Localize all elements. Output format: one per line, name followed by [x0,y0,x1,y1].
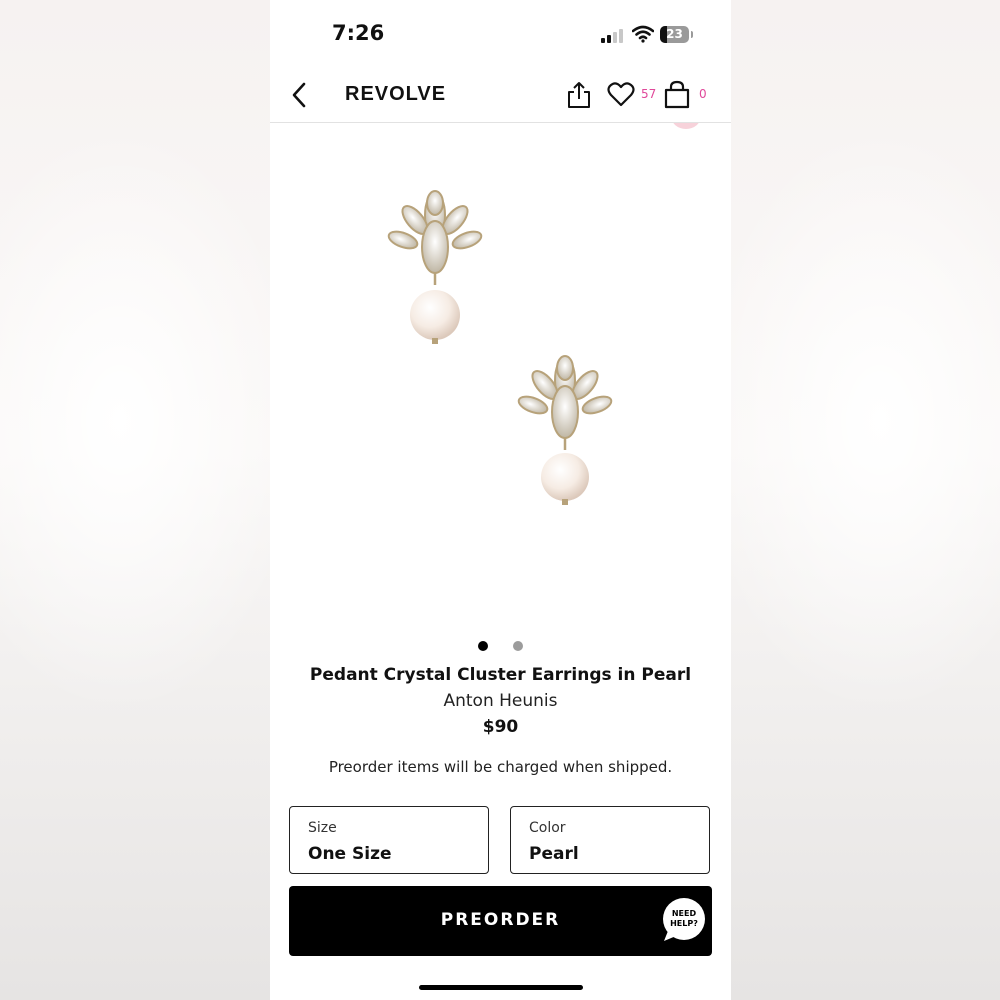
product-price: $90 [482,717,519,737]
nav-bar: REVOLVE 57 0 [270,70,731,123]
battery-icon: 23 [660,26,689,43]
image-pager[interactable] [270,641,731,653]
brand-logo[interactable]: REVOLVE [345,83,446,106]
pager-dot-2[interactable] [513,641,523,651]
color-label: Color [529,820,566,836]
size-label: Size [308,820,337,836]
need-help-text: NEED HELP? [662,909,706,929]
status-time: 7:26 [332,21,385,45]
status-bar: 7:26 23 [270,0,731,70]
product-title: Pedant Crystal Cluster Earrings in Pearl [309,665,692,685]
phone-screen: 7:26 23 REVOLVE 57 0 Pedant Crystal Clus… [270,0,731,1000]
shopping-bag-icon[interactable] [663,80,691,110]
bag-count: 0 [699,87,707,101]
pager-dot-1[interactable] [478,641,488,651]
need-help-button[interactable]: NEED HELP? [662,897,706,941]
share-icon[interactable] [566,80,592,110]
preorder-label: PREORDER [440,910,561,930]
battery-nub [691,31,693,38]
color-selector[interactable]: Color Pearl [510,806,710,874]
color-value: Pearl [529,844,579,864]
pearl-crystal-earrings-image[interactable] [370,185,630,515]
preorder-button[interactable]: PREORDER NEED HELP? [289,886,712,956]
wishlist-count: 57 [641,87,657,101]
heart-icon[interactable] [607,82,635,108]
size-selector[interactable]: Size One Size [289,806,489,874]
battery-level: 23 [666,27,683,41]
need-help-line2: HELP? [670,919,698,928]
back-arrow-icon[interactable] [288,80,314,110]
product-brand[interactable]: Anton Heunis [270,691,731,711]
size-value: One Size [308,844,392,864]
preorder-note: Preorder items will be charged when ship… [328,758,673,776]
wifi-icon [632,25,654,43]
home-indicator [419,985,583,990]
need-help-line1: NEED [671,909,697,918]
cell-signal-icon [601,28,625,43]
